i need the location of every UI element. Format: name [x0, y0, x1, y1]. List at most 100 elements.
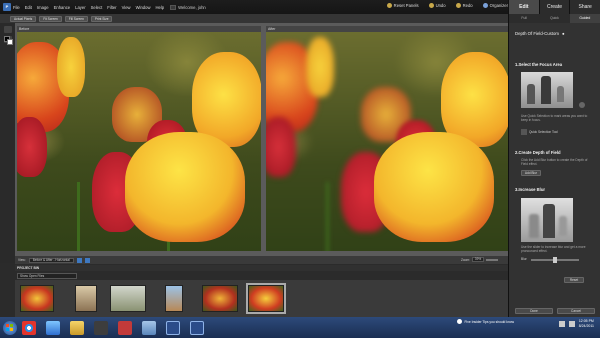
options-bar: Actual Pixels Fit Screen Fill Screen Pri… — [0, 14, 508, 23]
clock[interactable]: 12:05 PM 8/24/2011 — [579, 319, 594, 328]
workspace-button[interactable] — [170, 4, 177, 10]
menu-help[interactable]: Help — [156, 5, 165, 10]
filezilla-icon[interactable] — [118, 320, 132, 335]
fill-screen-button[interactable]: Fill Screen — [64, 15, 88, 22]
menu-select[interactable]: Select — [91, 5, 103, 10]
bin-filter-select[interactable]: Show Open Files — [17, 273, 77, 279]
clock-date: 8/24/2011 — [578, 323, 594, 328]
tab-guided[interactable]: Guided — [569, 14, 600, 23]
after-pane: After — [266, 26, 508, 251]
thumbnail[interactable] — [202, 285, 238, 312]
thumbnail[interactable] — [75, 285, 97, 312]
notification-text: Five Insider Tips you should know — [464, 319, 514, 324]
menu-layer[interactable]: Layer — [75, 5, 85, 10]
quick-selection-icon — [521, 129, 527, 135]
quick-selection-label: Quick Selection Tool — [529, 130, 558, 134]
guided-panel: Full Quick Guided Depth Of Field-Custom … — [508, 14, 600, 317]
photoshop-elements-editor-icon[interactable] — [190, 320, 204, 335]
step3-illustration — [521, 198, 573, 242]
top-actions: Reset Panels Undo Redo Organizer — [386, 3, 508, 8]
swap-icon[interactable] — [84, 257, 90, 263]
after-image — [266, 32, 508, 251]
thumbnail[interactable] — [20, 285, 54, 312]
fit-screen-button[interactable]: Fit Screen — [39, 15, 62, 22]
workspace-switcher[interactable]: Welcome, john — [170, 4, 206, 10]
project-bin-header[interactable]: PROJECT BIN — [15, 265, 508, 271]
menu-bar: P File Edit Image Enhance Layer Select F… — [0, 0, 600, 14]
blur-label: Blur — [521, 257, 527, 261]
before-pane: Before — [17, 26, 261, 251]
mode-tabs: Edit Create Share — [508, 0, 600, 14]
thumbnail[interactable] — [110, 285, 146, 312]
panel-title-row: Depth Of Field-Custom ● — [515, 31, 600, 36]
view-status-bar: View: Before & After - Horizontal Zoom: … — [15, 256, 508, 264]
thumbnail[interactable] — [165, 285, 183, 312]
after-label: After — [268, 27, 276, 31]
step3-title: 3.Increase Blur — [515, 187, 546, 192]
menu-edit[interactable]: Edit — [25, 5, 32, 10]
menu-file[interactable]: File — [13, 5, 20, 10]
redo-button[interactable]: Redo — [455, 3, 473, 8]
view-label: View: — [18, 258, 26, 262]
step1-title: 1.Select the Focus Area — [515, 62, 563, 67]
zoom-tool-icon[interactable] — [3, 26, 12, 33]
before-image — [17, 32, 261, 251]
reset-button[interactable]: Reset — [564, 277, 584, 283]
photoshop-elements-icon[interactable] — [166, 320, 180, 335]
zoom-label: Zoom: — [460, 257, 470, 262]
main-menu: File Edit Image Enhance Layer Select Fil… — [13, 5, 164, 10]
volume-icon[interactable] — [558, 320, 565, 327]
chrome-icon[interactable] — [22, 320, 36, 335]
blur-slider[interactable] — [531, 257, 579, 263]
menu-image[interactable]: Image — [37, 5, 49, 10]
help-icon[interactable]: ● — [562, 31, 565, 36]
zoom-slider[interactable] — [486, 258, 498, 261]
quick-selection-tool-button[interactable]: Quick Selection Tool — [521, 129, 558, 135]
sync-pan-icon[interactable] — [76, 257, 82, 263]
reset-icon — [386, 3, 392, 8]
ie-icon[interactable] — [46, 320, 60, 335]
tab-full[interactable]: Full — [509, 14, 539, 23]
step3-description: Use the slider to increase blur and get … — [521, 245, 586, 254]
undo-button[interactable]: Undo — [428, 3, 446, 8]
notification-icon — [456, 319, 462, 324]
tab-create[interactable]: Create — [538, 0, 570, 14]
cancel-button[interactable]: Cancel — [557, 308, 595, 314]
menu-window[interactable]: Window — [136, 5, 151, 10]
app-icon-taskbar[interactable] — [142, 320, 156, 335]
zoom-input[interactable]: 39% — [472, 257, 484, 262]
circle-icon — [579, 102, 585, 108]
blur-slider-knob[interactable] — [553, 257, 557, 263]
background-color-swatch[interactable] — [7, 39, 13, 45]
menu-filter[interactable]: Filter — [107, 5, 116, 10]
tab-edit[interactable]: Edit — [508, 0, 539, 14]
start-button[interactable] — [3, 320, 17, 335]
tray-notification[interactable]: Five Insider Tips you should know — [456, 319, 514, 324]
actual-pixels-button[interactable]: Actual Pixels — [10, 15, 37, 22]
reset-panels-button[interactable]: Reset Panels — [386, 3, 419, 8]
view-mode-select[interactable]: Before & After - Horizontal — [28, 257, 74, 263]
menu-view[interactable]: View — [122, 5, 131, 10]
redo-icon — [455, 3, 461, 8]
add-blur-button[interactable]: Add Blur — [521, 170, 541, 176]
step2-description: Click the Add Blur button to create the … — [521, 158, 588, 167]
tab-quick[interactable]: Quick — [539, 14, 569, 23]
edit-subtabs: Full Quick Guided — [509, 14, 600, 23]
organizer-button[interactable]: Organizer — [482, 3, 508, 8]
organizer-icon — [482, 3, 488, 8]
tab-share[interactable]: Share — [569, 0, 600, 14]
thumbnail-selected[interactable] — [246, 283, 286, 314]
print-size-button[interactable]: Print Size — [90, 15, 113, 22]
steam-icon[interactable] — [94, 320, 108, 335]
step2-title: 2.Create Depth of Field — [515, 150, 561, 155]
explorer-icon[interactable] — [70, 320, 84, 335]
done-button[interactable]: Done — [515, 308, 553, 314]
project-bin — [15, 280, 508, 317]
taskbar: Five Insider Tips you should know 12:05 … — [0, 317, 600, 338]
panel-title: Depth Of Field-Custom — [515, 31, 559, 36]
menu-enhance[interactable]: Enhance — [54, 5, 71, 10]
step1-description: Use Quick Selection to mark areas you wa… — [521, 114, 588, 123]
network-icon[interactable] — [568, 320, 575, 327]
step1-illustration — [521, 72, 573, 108]
toolbox — [0, 23, 15, 263]
